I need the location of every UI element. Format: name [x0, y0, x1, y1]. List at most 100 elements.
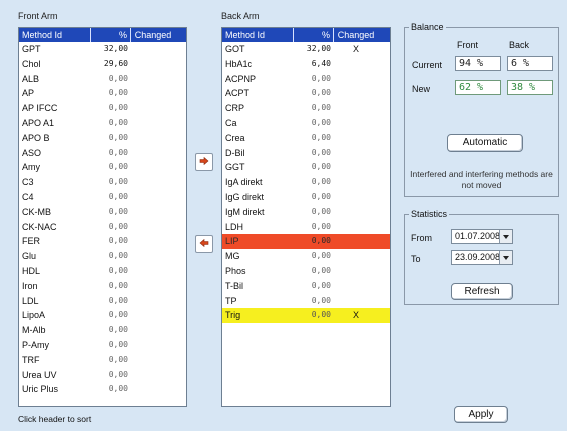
table-row[interactable]: Iron 0,00 — [19, 279, 186, 294]
changed-cell — [334, 205, 378, 220]
table-row[interactable]: ACPNP 0,00 — [222, 72, 390, 87]
front-column-label: Front — [457, 40, 479, 50]
method-id-cell: Ca — [225, 117, 237, 128]
method-id-cell: AP IFCC — [22, 103, 58, 114]
front-arm-rows: GPT 32,00 Chol 29,60 ALB 0,00 AP 0,00 AP IFCC 0,0… — [19, 42, 186, 397]
changed-cell: X — [352, 44, 359, 54]
table-row[interactable]: CK-NAC 0,00 — [19, 220, 186, 235]
chevron-down-icon[interactable] — [499, 251, 512, 264]
back-arm-list[interactable]: Method Id % Changed GOT 32,00 X HbA1c 6,40 AC… — [221, 27, 391, 407]
table-row[interactable]: APO A1 0,00 — [19, 116, 186, 131]
table-row[interactable]: LDL 0,00 — [19, 294, 186, 309]
table-row[interactable]: AP 0,00 — [19, 86, 186, 101]
column-header-percent[interactable]: % — [294, 28, 334, 42]
table-row[interactable]: HbA1c 6,40 — [222, 57, 390, 72]
column-header-percent[interactable]: % — [91, 28, 131, 42]
new-back-field[interactable]: 38 % — [507, 80, 553, 95]
column-header-changed[interactable]: Changed — [131, 28, 175, 42]
table-row[interactable]: C3 0,00 — [19, 175, 186, 190]
table-row[interactable]: M-Alb 0,00 — [19, 323, 186, 338]
from-date-picker[interactable]: 01.07.2008 — [451, 229, 513, 244]
table-row[interactable]: P-Amy 0,00 — [19, 338, 186, 353]
changed-cell — [334, 264, 378, 279]
table-row[interactable]: AP IFCC 0,00 — [19, 101, 186, 116]
changed-cell — [334, 116, 378, 131]
changed-cell — [131, 382, 175, 397]
method-id-cell: TP — [225, 295, 237, 306]
table-row[interactable]: LIP 0,00 — [222, 234, 390, 250]
column-header-method-id[interactable]: Method Id — [222, 28, 294, 42]
table-row[interactable]: Phos 0,00 — [222, 264, 390, 279]
changed-cell — [334, 86, 378, 101]
table-row[interactable]: LDH 0,00 — [222, 220, 390, 235]
to-label: To — [411, 254, 421, 264]
method-id-cell: IgM direkt — [225, 206, 265, 217]
table-row[interactable]: ASO 0,00 — [19, 146, 186, 161]
percent-cell: 0,00 — [108, 295, 128, 305]
method-id-cell: ACPNP — [225, 73, 257, 84]
front-arm-list[interactable]: Method Id % Changed GPT 32,00 Chol 29,60 ALB… — [18, 27, 187, 407]
table-row[interactable]: ACPT 0,00 — [222, 86, 390, 101]
method-id-cell: Iron — [22, 280, 38, 291]
chevron-down-icon[interactable] — [499, 230, 512, 243]
to-date-picker[interactable]: 23.09.2008 — [451, 250, 513, 265]
column-header-method-id[interactable]: Method Id — [19, 28, 91, 42]
table-row[interactable]: HDL 0,00 — [19, 264, 186, 279]
table-row[interactable]: IgM direkt 0,00 — [222, 205, 390, 220]
table-row[interactable]: Uric Plus 0,00 — [19, 382, 186, 397]
arrow-right-icon — [199, 156, 209, 167]
percent-cell: 0,00 — [108, 236, 128, 246]
statistics-group: Statistics From 01.07.2008 To 23.09.2008… — [404, 209, 559, 305]
table-row[interactable]: Chol 29,60 — [19, 57, 186, 72]
table-row[interactable]: Ca 0,00 — [222, 116, 390, 131]
table-row[interactable]: Glu 0,00 — [19, 249, 186, 264]
percent-cell: 0,00 — [311, 310, 331, 320]
front-arm-title: Front Arm — [18, 11, 58, 21]
table-row[interactable]: T-Bil 0,00 — [222, 279, 390, 294]
percent-cell: 0,00 — [108, 191, 128, 201]
table-row[interactable]: GPT 32,00 — [19, 42, 186, 57]
back-arm-list-header[interactable]: Method Id % Changed — [222, 28, 390, 42]
percent-cell: 0,00 — [311, 103, 331, 113]
changed-cell — [131, 323, 175, 338]
move-right-button[interactable] — [195, 153, 213, 171]
changed-cell — [131, 205, 175, 220]
table-row[interactable]: GOT 32,00 X — [222, 42, 390, 57]
automatic-button[interactable]: Automatic — [447, 134, 523, 152]
apply-button[interactable]: Apply — [454, 406, 508, 423]
changed-cell — [131, 234, 175, 249]
table-row[interactable]: CK-MB 0,00 — [19, 205, 186, 220]
refresh-button[interactable]: Refresh — [451, 283, 513, 300]
table-row[interactable]: C4 0,00 — [19, 190, 186, 205]
table-row[interactable]: TRF 0,00 — [19, 353, 186, 368]
table-row[interactable]: LipoA 0,00 — [19, 308, 186, 323]
table-row[interactable]: GGT 0,00 — [222, 160, 390, 175]
column-header-changed[interactable]: Changed — [334, 28, 378, 42]
table-row[interactable]: D-Bil 0,00 — [222, 146, 390, 161]
table-row[interactable]: TP 0,00 — [222, 294, 390, 309]
table-row[interactable]: Urea UV 0,00 — [19, 368, 186, 383]
front-arm-list-header[interactable]: Method Id % Changed — [19, 28, 186, 42]
method-id-cell: C3 — [22, 177, 34, 188]
table-row[interactable]: Amy 0,00 — [19, 160, 186, 175]
table-row[interactable]: CRP 0,00 — [222, 101, 390, 116]
move-left-button[interactable] — [195, 235, 213, 253]
table-row[interactable]: APO B 0,00 — [19, 131, 186, 146]
table-row[interactable]: ALB 0,00 — [19, 72, 186, 87]
sort-hint: Click header to sort — [18, 414, 92, 424]
changed-cell — [334, 57, 378, 72]
percent-cell: 32,00 — [306, 44, 331, 53]
table-row[interactable]: FER 0,00 — [19, 234, 186, 249]
new-front-field[interactable]: 62 % — [455, 80, 501, 95]
percent-cell: 0,00 — [311, 147, 331, 157]
balance-note: Interfered and interfering methods are n… — [410, 169, 553, 190]
changed-cell — [334, 249, 378, 264]
percent-cell: 0,00 — [108, 177, 128, 187]
table-row[interactable]: IgG direkt 0,00 — [222, 190, 390, 205]
table-row[interactable]: IgA direkt 0,00 — [222, 175, 390, 190]
table-row[interactable]: MG 0,00 — [222, 249, 390, 264]
changed-cell — [131, 249, 175, 264]
table-row[interactable]: Trig 0,00 X — [222, 308, 390, 324]
changed-cell — [334, 220, 378, 235]
table-row[interactable]: Crea 0,00 — [222, 131, 390, 146]
